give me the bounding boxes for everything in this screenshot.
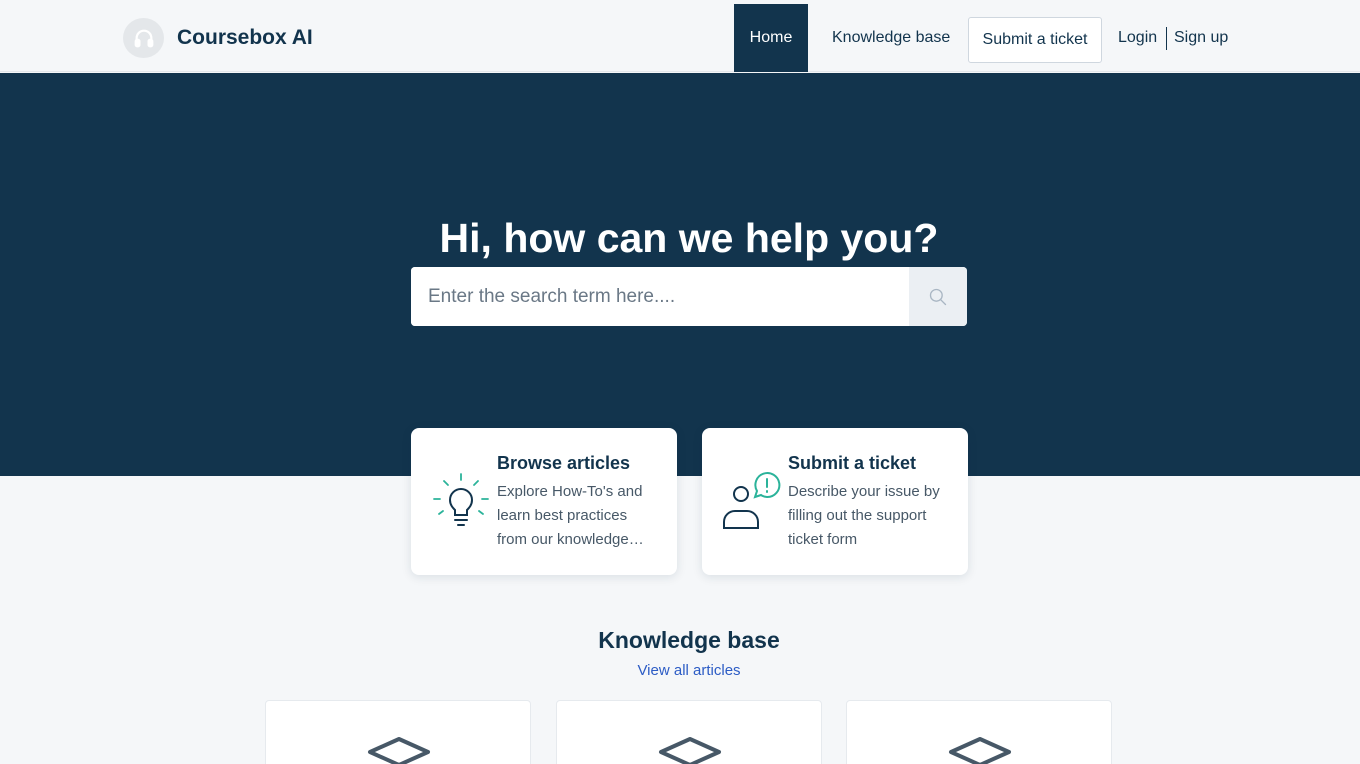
brand-name[interactable]: Coursebox AI	[177, 26, 313, 50]
search-icon	[929, 288, 947, 305]
nav-login[interactable]: Login	[1118, 29, 1157, 47]
headphones-icon[interactable]	[123, 18, 164, 58]
nav-knowledge-base[interactable]: Knowledge base	[832, 29, 950, 47]
site-header: Coursebox AI Home Knowledge base Submit …	[0, 0, 1360, 72]
lightbulb-icon	[433, 473, 489, 526]
nav-home[interactable]: Home	[734, 4, 808, 72]
search-input[interactable]	[411, 267, 909, 326]
submit-ticket-card[interactable]: Submit a ticket Describe your issue by f…	[702, 428, 968, 575]
nav-divider	[1166, 27, 1167, 50]
view-all-articles-link[interactable]: View all articles	[0, 662, 1360, 679]
nav-submit-ticket-button[interactable]: Submit a ticket	[968, 17, 1102, 63]
knowledge-base-title: Knowledge base	[598, 627, 780, 653]
person-alert-icon	[723, 472, 781, 529]
nav-signup[interactable]: Sign up	[1174, 29, 1228, 47]
search-bar	[411, 267, 967, 326]
hero-title: Hi, how can we help you?	[439, 215, 939, 261]
submit-ticket-description: Describe your issue by filling out the s…	[788, 483, 940, 548]
layers-icon	[949, 737, 1011, 764]
kb-folder-card[interactable]	[846, 700, 1112, 764]
browse-articles-title: Browse articles	[497, 453, 631, 473]
submit-ticket-title: Submit a ticket	[788, 453, 917, 473]
kb-folder-card[interactable]	[265, 700, 531, 764]
browse-articles-card[interactable]: Browse articles Explore How-To's and lea…	[411, 428, 677, 575]
kb-folder-card[interactable]	[556, 700, 822, 764]
layers-icon	[659, 737, 721, 764]
layers-icon	[368, 737, 430, 764]
search-button[interactable]	[909, 267, 967, 326]
browse-articles-description: Explore How-To's and learn best practice…	[497, 483, 643, 548]
